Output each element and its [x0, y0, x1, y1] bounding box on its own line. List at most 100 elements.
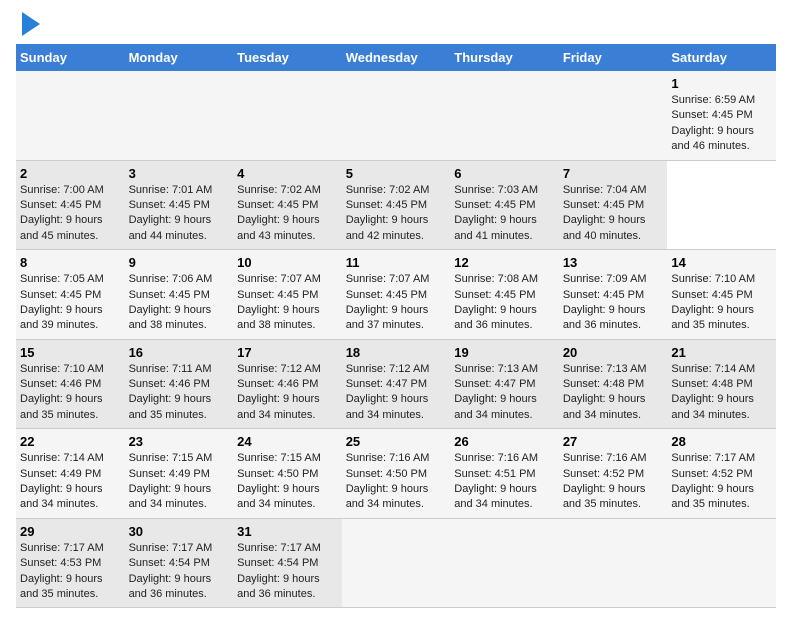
day-info: Sunrise: 7:10 AMSunset: 4:45 PMDaylight:…	[671, 273, 755, 331]
day-info: Sunrise: 7:15 AMSunset: 4:50 PMDaylight:…	[237, 452, 321, 510]
day-info: Sunrise: 7:03 AMSunset: 4:45 PMDaylight:…	[454, 184, 538, 242]
day-number: 12	[454, 255, 555, 270]
header-cell-wednesday: Wednesday	[342, 44, 451, 71]
day-number: 13	[563, 255, 664, 270]
calendar-cell: 29 Sunrise: 7:17 AMSunset: 4:53 PMDaylig…	[16, 518, 125, 608]
calendar-cell	[233, 71, 342, 160]
day-info: Sunrise: 7:12 AMSunset: 4:46 PMDaylight:…	[237, 363, 321, 421]
week-row: 1 Sunrise: 6:59 AMSunset: 4:45 PMDayligh…	[16, 71, 776, 160]
day-info: Sunrise: 7:17 AMSunset: 4:52 PMDaylight:…	[671, 452, 755, 510]
day-info: Sunrise: 7:08 AMSunset: 4:45 PMDaylight:…	[454, 273, 538, 331]
day-number: 16	[129, 345, 230, 360]
calendar-cell: 30 Sunrise: 7:17 AMSunset: 4:54 PMDaylig…	[125, 518, 234, 608]
day-info: Sunrise: 7:16 AMSunset: 4:51 PMDaylight:…	[454, 452, 538, 510]
calendar-cell: 1 Sunrise: 6:59 AMSunset: 4:45 PMDayligh…	[667, 71, 776, 160]
calendar-cell: 22 Sunrise: 7:14 AMSunset: 4:49 PMDaylig…	[16, 429, 125, 519]
day-info: Sunrise: 7:15 AMSunset: 4:49 PMDaylight:…	[129, 452, 213, 510]
day-number: 19	[454, 345, 555, 360]
day-number: 9	[129, 255, 230, 270]
week-row: 15 Sunrise: 7:10 AMSunset: 4:46 PMDaylig…	[16, 339, 776, 429]
week-row: 29 Sunrise: 7:17 AMSunset: 4:53 PMDaylig…	[16, 518, 776, 608]
calendar-cell: 3 Sunrise: 7:01 AMSunset: 4:45 PMDayligh…	[125, 160, 234, 250]
calendar-cell	[450, 71, 559, 160]
header-cell-tuesday: Tuesday	[233, 44, 342, 71]
day-number: 1	[671, 76, 772, 91]
calendar-cell: 8 Sunrise: 7:05 AMSunset: 4:45 PMDayligh…	[16, 250, 125, 340]
day-info: Sunrise: 7:17 AMSunset: 4:54 PMDaylight:…	[237, 542, 321, 600]
day-info: Sunrise: 7:05 AMSunset: 4:45 PMDaylight:…	[20, 273, 104, 331]
day-number: 8	[20, 255, 121, 270]
calendar-cell: 18 Sunrise: 7:12 AMSunset: 4:47 PMDaylig…	[342, 339, 451, 429]
day-info: Sunrise: 7:17 AMSunset: 4:54 PMDaylight:…	[129, 542, 213, 600]
day-number: 21	[671, 345, 772, 360]
day-number: 6	[454, 166, 555, 181]
day-info: Sunrise: 7:10 AMSunset: 4:46 PMDaylight:…	[20, 363, 104, 421]
day-number: 26	[454, 434, 555, 449]
day-info: Sunrise: 7:07 AMSunset: 4:45 PMDaylight:…	[346, 273, 430, 331]
calendar-cell: 10 Sunrise: 7:07 AMSunset: 4:45 PMDaylig…	[233, 250, 342, 340]
calendar-cell	[342, 71, 451, 160]
day-info: Sunrise: 7:02 AMSunset: 4:45 PMDaylight:…	[237, 184, 321, 242]
day-info: Sunrise: 7:02 AMSunset: 4:45 PMDaylight:…	[346, 184, 430, 242]
header-row: SundayMondayTuesdayWednesdayThursdayFrid…	[16, 44, 776, 71]
header-cell-friday: Friday	[559, 44, 668, 71]
calendar-cell	[16, 71, 125, 160]
week-row: 2 Sunrise: 7:00 AMSunset: 4:45 PMDayligh…	[16, 160, 776, 250]
logo-arrow-icon	[22, 12, 40, 36]
day-number: 28	[671, 434, 772, 449]
day-number: 31	[237, 524, 338, 539]
day-number: 27	[563, 434, 664, 449]
calendar-cell: 6 Sunrise: 7:03 AMSunset: 4:45 PMDayligh…	[450, 160, 559, 250]
calendar-cell	[667, 518, 776, 608]
calendar-cell: 5 Sunrise: 7:02 AMSunset: 4:45 PMDayligh…	[342, 160, 451, 250]
day-info: Sunrise: 7:04 AMSunset: 4:45 PMDaylight:…	[563, 184, 647, 242]
day-number: 15	[20, 345, 121, 360]
header-cell-sunday: Sunday	[16, 44, 125, 71]
calendar-cell	[125, 71, 234, 160]
day-number: 25	[346, 434, 447, 449]
calendar-cell	[559, 518, 668, 608]
day-info: Sunrise: 7:16 AMSunset: 4:50 PMDaylight:…	[346, 452, 430, 510]
calendar-cell: 9 Sunrise: 7:06 AMSunset: 4:45 PMDayligh…	[125, 250, 234, 340]
day-info: Sunrise: 7:14 AMSunset: 4:49 PMDaylight:…	[20, 452, 104, 510]
calendar-cell: 4 Sunrise: 7:02 AMSunset: 4:45 PMDayligh…	[233, 160, 342, 250]
calendar-cell: 13 Sunrise: 7:09 AMSunset: 4:45 PMDaylig…	[559, 250, 668, 340]
week-row: 22 Sunrise: 7:14 AMSunset: 4:49 PMDaylig…	[16, 429, 776, 519]
calendar-table: SundayMondayTuesdayWednesdayThursdayFrid…	[16, 44, 776, 608]
header-cell-thursday: Thursday	[450, 44, 559, 71]
calendar-cell: 19 Sunrise: 7:13 AMSunset: 4:47 PMDaylig…	[450, 339, 559, 429]
calendar-cell	[559, 71, 668, 160]
day-info: Sunrise: 6:59 AMSunset: 4:45 PMDaylight:…	[671, 94, 755, 152]
calendar-cell: 16 Sunrise: 7:11 AMSunset: 4:46 PMDaylig…	[125, 339, 234, 429]
header-cell-monday: Monday	[125, 44, 234, 71]
calendar-cell: 21 Sunrise: 7:14 AMSunset: 4:48 PMDaylig…	[667, 339, 776, 429]
calendar-cell: 26 Sunrise: 7:16 AMSunset: 4:51 PMDaylig…	[450, 429, 559, 519]
day-info: Sunrise: 7:09 AMSunset: 4:45 PMDaylight:…	[563, 273, 647, 331]
header-cell-saturday: Saturday	[667, 44, 776, 71]
calendar-cell: 7 Sunrise: 7:04 AMSunset: 4:45 PMDayligh…	[559, 160, 668, 250]
day-number: 10	[237, 255, 338, 270]
day-number: 4	[237, 166, 338, 181]
day-info: Sunrise: 7:13 AMSunset: 4:47 PMDaylight:…	[454, 363, 538, 421]
day-number: 17	[237, 345, 338, 360]
calendar-cell: 11 Sunrise: 7:07 AMSunset: 4:45 PMDaylig…	[342, 250, 451, 340]
calendar-cell: 14 Sunrise: 7:10 AMSunset: 4:45 PMDaylig…	[667, 250, 776, 340]
day-number: 30	[129, 524, 230, 539]
calendar-cell	[342, 518, 451, 608]
calendar-cell: 17 Sunrise: 7:12 AMSunset: 4:46 PMDaylig…	[233, 339, 342, 429]
calendar-cell: 25 Sunrise: 7:16 AMSunset: 4:50 PMDaylig…	[342, 429, 451, 519]
calendar-cell: 15 Sunrise: 7:10 AMSunset: 4:46 PMDaylig…	[16, 339, 125, 429]
calendar-cell: 27 Sunrise: 7:16 AMSunset: 4:52 PMDaylig…	[559, 429, 668, 519]
calendar-cell: 20 Sunrise: 7:13 AMSunset: 4:48 PMDaylig…	[559, 339, 668, 429]
day-number: 18	[346, 345, 447, 360]
day-info: Sunrise: 7:00 AMSunset: 4:45 PMDaylight:…	[20, 184, 104, 242]
day-number: 2	[20, 166, 121, 181]
calendar-cell	[450, 518, 559, 608]
day-info: Sunrise: 7:07 AMSunset: 4:45 PMDaylight:…	[237, 273, 321, 331]
day-number: 7	[563, 166, 664, 181]
day-number: 20	[563, 345, 664, 360]
day-info: Sunrise: 7:01 AMSunset: 4:45 PMDaylight:…	[129, 184, 213, 242]
calendar-cell: 24 Sunrise: 7:15 AMSunset: 4:50 PMDaylig…	[233, 429, 342, 519]
calendar-cell: 23 Sunrise: 7:15 AMSunset: 4:49 PMDaylig…	[125, 429, 234, 519]
day-info: Sunrise: 7:13 AMSunset: 4:48 PMDaylight:…	[563, 363, 647, 421]
